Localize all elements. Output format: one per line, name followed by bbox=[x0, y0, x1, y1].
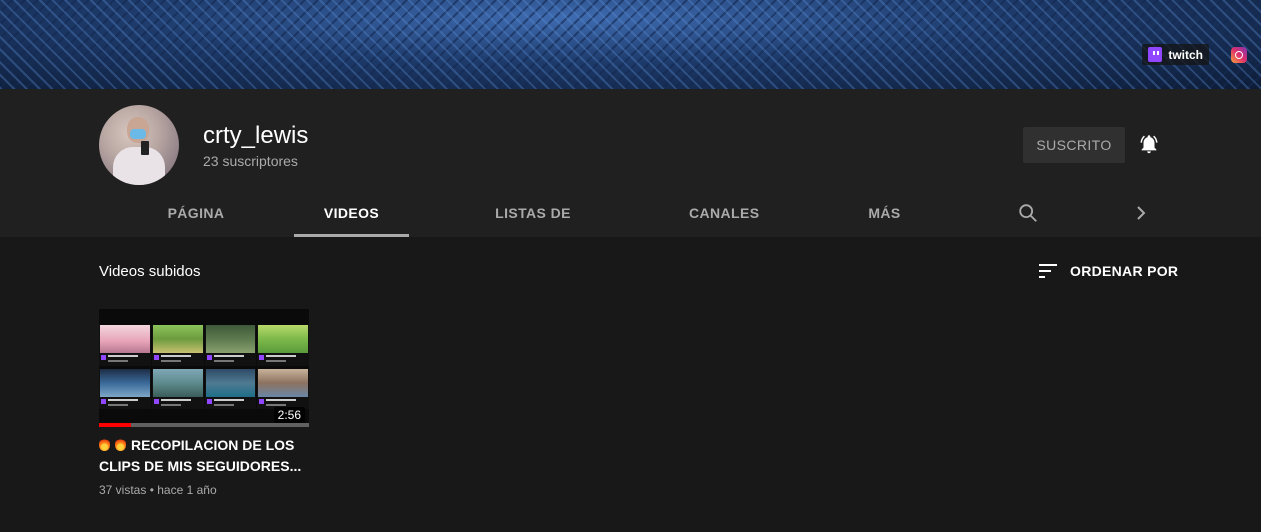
sort-by-button[interactable]: ORDENAR POR bbox=[1038, 263, 1178, 279]
twitch-link-label: twitch bbox=[1168, 47, 1203, 62]
avatar-body bbox=[113, 147, 165, 185]
channel-name: crty_lewis bbox=[203, 122, 309, 149]
twitch-link[interactable]: twitch bbox=[1142, 44, 1209, 65]
instagram-link[interactable] bbox=[1231, 46, 1247, 63]
channel-tabs: PÁGINA PRINCIPAL VIDEOS LISTAS DE REPROD… bbox=[0, 197, 1261, 253]
instagram-icon bbox=[1231, 46, 1247, 63]
fire-emoji-icon bbox=[99, 438, 110, 451]
subscribed-button[interactable]: SUSCRITO bbox=[1023, 127, 1125, 163]
notification-bell-icon[interactable] bbox=[1138, 133, 1160, 155]
tab-playlists[interactable]: LISTAS DE REPRODUCCIÓN bbox=[441, 197, 625, 253]
sort-icon bbox=[1039, 264, 1057, 278]
sort-label: ORDENAR POR bbox=[1070, 263, 1179, 279]
channel-header: crty_lewis 23 suscriptores SUSCRITO PÁGI… bbox=[0, 89, 1261, 253]
avatar-mask bbox=[130, 129, 146, 139]
tab-about[interactable]: MÁS INFORMACIÓN bbox=[817, 197, 952, 253]
watch-progress-bar bbox=[99, 423, 309, 427]
tab-home[interactable]: PÁGINA PRINCIPAL bbox=[131, 197, 261, 253]
video-title-text: RECOPILACION DE LOS CLIPS DE MIS SEGUIDO… bbox=[99, 437, 302, 474]
video-duration: 2:56 bbox=[273, 407, 305, 423]
thumbnail-cell bbox=[99, 368, 151, 409]
channel-banner: twitch bbox=[0, 0, 1261, 89]
banner-links: twitch bbox=[1142, 44, 1247, 65]
twitch-icon bbox=[1148, 47, 1163, 62]
search-icon[interactable] bbox=[1017, 202, 1039, 224]
fire-emoji-icon bbox=[115, 438, 126, 451]
thumbnail-cell bbox=[204, 325, 257, 366]
video-meta: 37 vistas • hace 1 año bbox=[99, 483, 309, 497]
video-title[interactable]: RECOPILACION DE LOS CLIPS DE MIS SEGUIDO… bbox=[99, 435, 309, 477]
video-card[interactable]: 2:56 RECOPILACION DE LOS CLIPS DE MIS SE… bbox=[99, 309, 309, 497]
chevron-right-icon[interactable] bbox=[1133, 203, 1149, 223]
videos-section: Videos subidos ORDENAR POR 2:56 RECOPILA… bbox=[0, 237, 1261, 532]
thumbnail-cell bbox=[257, 325, 309, 366]
thumbnail-cell bbox=[257, 368, 309, 409]
avatar-phone bbox=[141, 141, 149, 155]
watch-progress-fill bbox=[99, 423, 131, 427]
video-thumbnail[interactable]: 2:56 bbox=[99, 309, 309, 427]
thumbnail-cell bbox=[151, 325, 204, 366]
view-count: 37 vistas bbox=[99, 483, 147, 497]
tab-videos[interactable]: VIDEOS bbox=[294, 197, 409, 237]
thumbnail-cell bbox=[204, 368, 257, 409]
thumbnail-cell bbox=[99, 325, 151, 366]
subscriber-count: 23 suscriptores bbox=[203, 153, 298, 169]
upload-age: hace 1 año bbox=[157, 483, 217, 497]
thumbnail-cell bbox=[151, 368, 204, 409]
tab-channels[interactable]: CANALES bbox=[689, 197, 759, 237]
thumbnail-collage bbox=[99, 325, 309, 409]
section-title: Videos subidos bbox=[99, 263, 201, 280]
channel-avatar[interactable] bbox=[99, 105, 179, 185]
